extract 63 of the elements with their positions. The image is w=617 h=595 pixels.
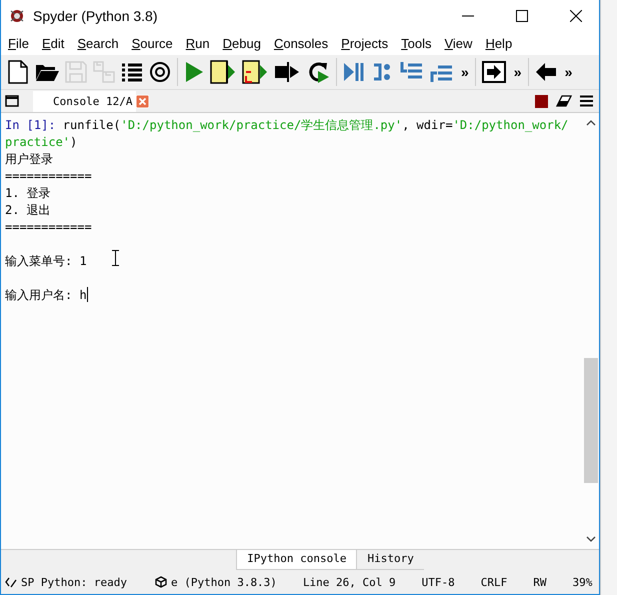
console-string: 'D:/python_work/ — [452, 118, 568, 132]
pane-tab[interactable]: History — [357, 550, 424, 570]
run-selection-icon[interactable] — [274, 61, 300, 83]
console-text: 输入菜单号: 1 — [5, 254, 87, 268]
close-icon[interactable] — [570, 10, 582, 22]
list-icon[interactable] — [121, 62, 143, 82]
run-cell-advance-icon[interactable] — [242, 60, 268, 84]
console-string: practice' — [5, 135, 70, 149]
status-text: Line 26, Col 9 — [302, 576, 396, 588]
rerun-icon[interactable] — [306, 60, 330, 84]
status-text: 39% — [572, 576, 592, 588]
menu-item[interactable]: Search — [77, 36, 119, 50]
console-text: 输入用户名: h — [5, 288, 87, 302]
text-caret — [86, 287, 88, 302]
eraser-icon[interactable] — [556, 95, 572, 107]
console-text: ============ — [5, 220, 92, 234]
menu-item[interactable]: Edit — [42, 36, 64, 50]
console-tab[interactable]: Console 12/A — [33, 90, 136, 112]
play-icon[interactable] — [184, 61, 204, 83]
console-text: ============ — [5, 169, 92, 183]
menu-item[interactable]: Run — [186, 36, 210, 50]
stop-icon[interactable] — [535, 94, 548, 108]
more-button[interactable]: » — [461, 64, 469, 80]
menu-item[interactable]: Consoles — [274, 36, 328, 50]
text-cursor-icon — [112, 250, 119, 266]
spider-logo-icon — [9, 8, 25, 24]
console-text: 2. 退出 — [5, 203, 51, 217]
menu-icon[interactable] — [580, 95, 593, 107]
console-text: , wdir= — [402, 118, 453, 132]
pane-tab[interactable]: IPython console — [236, 550, 358, 570]
menu-item[interactable]: View — [444, 36, 472, 50]
more-button[interactable]: » — [514, 64, 522, 80]
more-button[interactable]: » — [564, 64, 572, 80]
console-text: 用户登录 — [5, 152, 53, 166]
maximize-pane-icon[interactable] — [482, 61, 506, 83]
cube-icon — [154, 576, 167, 588]
status-text: RW — [533, 576, 547, 588]
code-icon — [5, 576, 17, 588]
status-text: SP Python: ready — [21, 576, 127, 588]
status-text: e (Python 3.8.3) — [170, 576, 277, 588]
window-title: Spyder (Python 3.8) — [33, 8, 158, 24]
console-prompt: In [1]: — [5, 118, 57, 132]
status-text: CRLF — [480, 576, 508, 588]
menu-item[interactable]: Tools — [401, 36, 432, 50]
back-arrow-icon[interactable] — [534, 62, 557, 82]
maximize-icon[interactable] — [516, 10, 528, 22]
status-text: UTF-8 — [422, 576, 455, 588]
step-icon[interactable] — [371, 61, 393, 83]
undock-icon[interactable] — [5, 95, 19, 107]
run-cell-icon[interactable] — [210, 60, 236, 84]
menu-item[interactable]: File — [8, 36, 29, 50]
console-text: 1. 登录 — [5, 186, 51, 200]
menu-item[interactable]: Debug — [222, 36, 261, 50]
console-string: 'D:/python_work/practice/学生信息管理.py' — [120, 118, 402, 132]
new-file-icon[interactable] — [7, 60, 29, 84]
menu-item[interactable]: Source — [132, 36, 173, 50]
menu-item[interactable]: Help — [485, 36, 512, 50]
debug-icon[interactable] — [343, 61, 365, 83]
console-text: ) — [70, 135, 78, 149]
console-text: runfile( — [62, 118, 121, 132]
scroll-up-icon[interactable] — [586, 119, 596, 127]
scroll-down-icon[interactable] — [586, 535, 596, 543]
menu-item[interactable]: Projects — [341, 36, 388, 50]
